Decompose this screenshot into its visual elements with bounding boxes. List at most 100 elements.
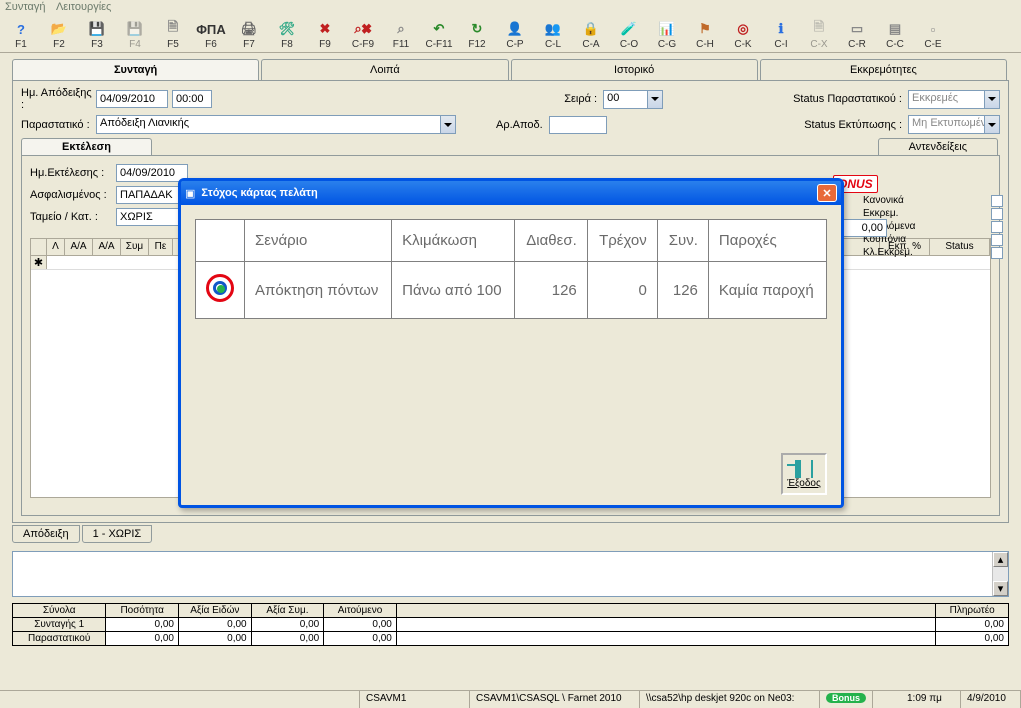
sheet-icon: ▭ bbox=[851, 20, 863, 38]
people-icon: 👥 bbox=[545, 20, 561, 38]
tab-syntagi[interactable]: Συνταγή bbox=[12, 59, 259, 80]
toolbtn-f2[interactable]: 📂F2 bbox=[43, 20, 75, 50]
toolbtn-c-r[interactable]: ▭C-R bbox=[841, 20, 873, 50]
col-pe[interactable]: Πε bbox=[149, 239, 173, 255]
toolbtn-c-p[interactable]: 👤C-P bbox=[499, 20, 531, 50]
exit-label: Έξοδος bbox=[787, 478, 821, 489]
sub-tabstrip: Εκτέλεση Αντενδείξεις bbox=[21, 138, 1000, 156]
tab-ekkremotites[interactable]: Εκκρεμότητες bbox=[760, 59, 1007, 80]
totals-hdr: Σύνολα bbox=[13, 604, 106, 618]
checkbox-1[interactable] bbox=[991, 208, 1003, 220]
th-senario: Σενάριο bbox=[245, 220, 392, 262]
th-syn: Συν. bbox=[657, 220, 708, 262]
toolbtn-c-c[interactable]: ▤C-C bbox=[879, 20, 911, 50]
tools-icon: 🛠 bbox=[279, 20, 296, 38]
th-klimakwsi: Κλιμάκωση bbox=[392, 220, 515, 262]
receipt-date-input[interactable] bbox=[96, 90, 168, 108]
status-ektyp-dropdown[interactable]: Μη Εκτυπωμένο bbox=[908, 115, 1000, 134]
toolbtn-c-g[interactable]: 📊C-G bbox=[651, 20, 683, 50]
th-paroxes: Παροχές bbox=[708, 220, 826, 262]
toolbtn-c-h[interactable]: ⚑C-H bbox=[689, 20, 721, 50]
arapod-label: Αρ.Αποδ. bbox=[496, 119, 543, 131]
col-sym[interactable]: Συμ bbox=[121, 239, 149, 255]
th-trexon: Τρέχον bbox=[587, 220, 657, 262]
parastatiko-label: Παραστατικό : bbox=[21, 119, 96, 131]
status-bonus: Bonus bbox=[820, 691, 873, 708]
toolbtn-f6[interactable]: ΦΠΑF6 bbox=[195, 20, 227, 50]
toolbtn-f11[interactable]: ⌕F11 bbox=[385, 20, 417, 50]
tab-loipa[interactable]: Λοιπά bbox=[261, 59, 508, 80]
checkbox-3[interactable] bbox=[991, 234, 1003, 246]
lock-icon: 🔒 bbox=[583, 20, 599, 38]
toolbtn-f4: 💾F4 bbox=[119, 20, 151, 50]
toolbtn-c-a[interactable]: 🔒C-A bbox=[575, 20, 607, 50]
toolbtn-c-f9[interactable]: ⌕✖C-F9 bbox=[347, 20, 379, 50]
reload-icon: ↻ bbox=[472, 20, 483, 38]
toolbtn-f1[interactable]: ?F1 bbox=[5, 20, 37, 50]
new-row-marker: ✱ bbox=[31, 256, 47, 269]
col-l[interactable]: Λ bbox=[47, 239, 65, 255]
arapod-input[interactable] bbox=[549, 116, 607, 134]
checkbox-2[interactable] bbox=[991, 221, 1003, 233]
main-tabstrip: Συνταγή Λοιπά Ιστορικό Εκκρεμότητες bbox=[12, 59, 1009, 80]
tab-istoriko[interactable]: Ιστορικό bbox=[511, 59, 758, 80]
toolbtn-c-o[interactable]: 🧪C-O bbox=[613, 20, 645, 50]
info-icon: ℹ bbox=[779, 20, 784, 38]
find-icon: ⌕ bbox=[397, 20, 404, 38]
toolbtn-f7[interactable]: 🖨F7 bbox=[233, 20, 265, 50]
status-parast-label: Status Παραστατικού : bbox=[793, 93, 902, 105]
toolbtn-f9[interactable]: ✖F9 bbox=[309, 20, 341, 50]
toolbtn-c-i[interactable]: ℹC-I bbox=[765, 20, 797, 50]
col-aa1[interactable]: Α/Α bbox=[65, 239, 93, 255]
toolbtn-c-x: 🗎C-X bbox=[803, 20, 835, 50]
col-aa2[interactable]: Α/Α bbox=[93, 239, 121, 255]
receipt-time-input[interactable] bbox=[172, 90, 212, 108]
btab-xwris[interactable]: 1 - ΧΩΡΙΣ bbox=[82, 525, 153, 543]
close-icon[interactable]: ✕ bbox=[817, 184, 837, 202]
subtab-antendeikseis[interactable]: Αντενδείξεις bbox=[878, 138, 998, 155]
menu-syntagi[interactable]: Συνταγή bbox=[5, 1, 45, 13]
toolbtn-f8[interactable]: 🛠F8 bbox=[271, 20, 303, 50]
notes-scrollbar[interactable]: ▴ ▾ bbox=[992, 552, 1008, 596]
customer-target-dialog: ▣ Στόχος κάρτας πελάτη ✕ Σενάριο Κλιμάκω… bbox=[178, 178, 844, 508]
toolbtn-f5[interactable]: 🗎F5 bbox=[157, 20, 189, 50]
main-toolbar: ?F1📂F2💾F3💾F4🗎F5ΦΠΑF6🖨F7🛠F8✖F9⌕✖C-F9⌕F11↶… bbox=[0, 18, 1021, 53]
seira-dropdown[interactable]: 00 bbox=[603, 90, 663, 109]
chart-icon: 📊 bbox=[659, 20, 675, 38]
parastatiko-dropdown[interactable]: Απόδειξη Λιανικής bbox=[96, 115, 456, 134]
dialog-title: Στόχος κάρτας πελάτη bbox=[201, 187, 317, 199]
toolbtn-c-k[interactable]: ◎C-K bbox=[727, 20, 759, 50]
toolbtn-c-l[interactable]: 👥C-L bbox=[537, 20, 569, 50]
find-del-icon: ⌕✖ bbox=[354, 20, 371, 38]
tameio-label: Ταμείο / Κατ. : bbox=[30, 211, 116, 223]
help-icon: ? bbox=[17, 20, 25, 38]
menu-leitourgies[interactable]: Λειτουργίες bbox=[56, 1, 111, 13]
status-date: 4/9/2010 bbox=[961, 691, 1021, 708]
status-printer: \\csa52\hp deskjet 920c on Ne03: bbox=[640, 691, 820, 708]
doc-icon: 🗎 bbox=[814, 20, 824, 38]
btab-apodeiksi[interactable]: Απόδειξη bbox=[12, 525, 80, 543]
scroll-down[interactable]: ▾ bbox=[993, 581, 1008, 596]
exec-date-input[interactable] bbox=[116, 164, 188, 182]
dialog-titlebar[interactable]: ▣ Στόχος κάρτας πελάτη ✕ bbox=[181, 181, 841, 205]
totals-grid: Σύνολα Ποσότητα Αξία Ειδών Αξία Συμ. Αιτ… bbox=[12, 603, 1009, 646]
seira-label: Σειρά : bbox=[564, 93, 597, 105]
notes-area[interactable]: ▴ ▾ bbox=[12, 551, 1009, 597]
exit-button[interactable]: Έξοδος bbox=[781, 453, 827, 495]
checkbox-0[interactable] bbox=[991, 195, 1003, 207]
target-table: Σενάριο Κλιμάκωση Διαθεσ. Τρέχον Συν. Πα… bbox=[195, 219, 827, 319]
toolbtn-c-e[interactable]: ▫C-E bbox=[917, 20, 949, 50]
target-row[interactable]: Απόκτηση πόντων Πάνω από 100 126 0 126 Κ… bbox=[196, 262, 827, 319]
statusbar: CSAVM1 CSAVM1\CSASQL \ Farnet 2010 \\csa… bbox=[0, 690, 1021, 708]
toolbtn-f3[interactable]: 💾F3 bbox=[81, 20, 113, 50]
scroll-up[interactable]: ▴ bbox=[993, 552, 1008, 567]
toolbtn-c-f11[interactable]: ↶C-F11 bbox=[423, 20, 455, 50]
status-time: 1:09 πμ bbox=[901, 691, 961, 708]
toolbtn-f12[interactable]: ↻F12 bbox=[461, 20, 493, 50]
print-icon: 🖨 bbox=[241, 20, 258, 38]
status-parast-dropdown[interactable]: Εκκρεμές bbox=[908, 90, 1000, 109]
exit-icon bbox=[795, 460, 813, 478]
fpa-icon: ΦΠΑ bbox=[196, 20, 225, 38]
checkbox-4[interactable] bbox=[991, 247, 1003, 259]
subtab-ektelesi[interactable]: Εκτέλεση bbox=[21, 138, 152, 155]
